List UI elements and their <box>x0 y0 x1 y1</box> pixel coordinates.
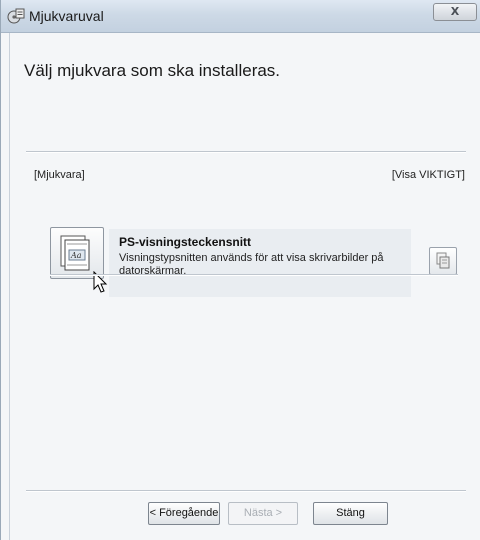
title-bar[interactable]: Mjukvaruval X <box>1 0 480 33</box>
software-name: PS-visningsteckensnitt <box>119 235 252 249</box>
header-divider <box>26 151 466 153</box>
show-important-link[interactable]: [Visa VIKTIGT] <box>392 169 465 181</box>
footer-divider <box>26 490 466 492</box>
page-title: Välj mjukvara som ska installeras. <box>24 61 281 80</box>
window-title: Mjukvaruval <box>29 8 104 24</box>
installer-window: Mjukvaruval X Välj mjukvara som ska inst… <box>0 0 480 540</box>
copy-pages-icon <box>436 252 450 269</box>
back-button[interactable]: < Föregående <box>148 502 220 525</box>
dialog-body: Välj mjukvara som ska installeras. [Mjuk… <box>9 33 480 540</box>
close-button[interactable]: Stäng <box>313 502 388 525</box>
next-button[interactable]: Nästa > <box>228 502 298 525</box>
software-disc-icon <box>7 8 25 24</box>
software-list-item[interactable]: PS-visningsteckensnitt Visningstypsnitte… <box>109 229 411 297</box>
svg-text:Aa: Aa <box>70 251 82 260</box>
view-important-info-button[interactable] <box>429 247 457 275</box>
close-window-button[interactable]: X <box>433 3 477 21</box>
item-divider <box>50 274 458 276</box>
software-column-header: [Mjukvara] <box>34 169 85 181</box>
close-icon: X <box>450 5 460 18</box>
